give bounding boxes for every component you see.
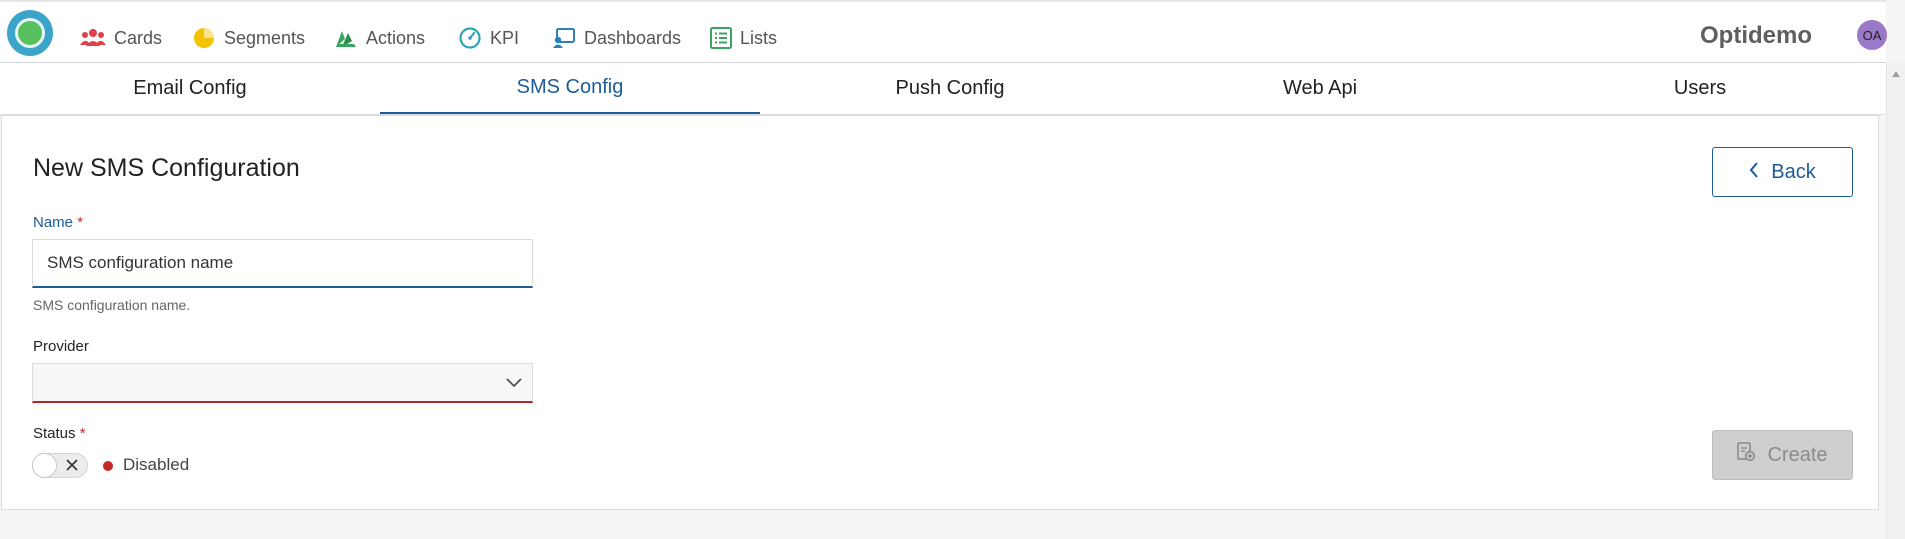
actions-icon <box>334 27 358 49</box>
avatar[interactable]: OA <box>1857 20 1887 50</box>
tab-email-config[interactable]: Email Config <box>0 63 380 114</box>
name-help-text: SMS configuration name. <box>33 297 191 313</box>
status-indicator-dot <box>103 461 113 471</box>
chevron-down-icon <box>506 373 522 396</box>
nav-item-label: Lists <box>740 27 778 48</box>
name-field-label: Name * <box>33 214 83 231</box>
list-icon <box>710 27 732 49</box>
dashboard-icon <box>552 27 576 49</box>
page-scrollbar[interactable] <box>1886 63 1905 539</box>
nav-item-label: Cards <box>114 27 163 48</box>
scroll-up-arrow-icon[interactable] <box>1892 71 1900 77</box>
tab-users[interactable]: Users <box>1510 63 1890 114</box>
nav-item-lists[interactable]: Lists <box>710 24 777 52</box>
nav-item-label: KPI <box>490 27 520 48</box>
provider-select[interactable] <box>32 363 533 403</box>
nav-item-actions[interactable]: Actions <box>334 24 425 52</box>
nav-item-label: Actions <box>366 27 426 48</box>
required-asterisk: * <box>79 425 86 442</box>
name-input-wrapper <box>32 239 533 288</box>
gauge-icon <box>458 26 482 50</box>
sms-config-form-card: New SMS Configuration Back Name * SMS co… <box>1 115 1879 510</box>
required-asterisk: * <box>77 214 84 231</box>
back-button[interactable]: Back <box>1712 147 1853 197</box>
tab-web-api[interactable]: Web Api <box>1130 63 1510 114</box>
page-title: New SMS Configuration <box>33 154 300 182</box>
status-label-text: Status <box>33 425 76 442</box>
create-button-label: Create <box>1767 443 1828 466</box>
provider-field-label: Provider <box>33 338 89 355</box>
app-logo[interactable] <box>7 10 53 56</box>
top-navbar: Cards Segments Actions KPI Dashboards Li… <box>0 0 1887 63</box>
nav-item-cards[interactable]: Cards <box>80 24 162 52</box>
name-label-text: Name <box>33 214 74 231</box>
nav-item-label: Segments <box>224 27 306 48</box>
tab-push-config[interactable]: Push Config <box>760 63 1140 114</box>
nav-item-dashboards[interactable]: Dashboards <box>552 24 681 52</box>
config-tabs: Email Config SMS Config Push Config Web … <box>0 63 1886 115</box>
status-field-label: Status * <box>33 425 86 442</box>
nav-item-segments[interactable]: Segments <box>192 24 305 52</box>
logo-inner-circle <box>15 18 45 48</box>
chevron-left-icon <box>1749 161 1759 184</box>
close-icon <box>65 458 79 477</box>
name-input[interactable] <box>33 240 532 286</box>
status-toggle[interactable] <box>32 453 88 478</box>
nav-item-label: Dashboards <box>584 27 682 48</box>
back-button-label: Back <box>1771 160 1816 183</box>
create-doc-icon <box>1737 442 1756 468</box>
toggle-knob <box>32 453 57 478</box>
tab-sms-config[interactable]: SMS Config <box>380 63 760 114</box>
create-button[interactable]: Create <box>1712 430 1853 480</box>
brand-name: Optidemo <box>1700 22 1812 49</box>
status-text: Disabled <box>123 455 190 474</box>
pie-chart-icon <box>192 26 216 50</box>
users-icon <box>80 28 106 48</box>
nav-item-kpi[interactable]: KPI <box>458 24 519 52</box>
